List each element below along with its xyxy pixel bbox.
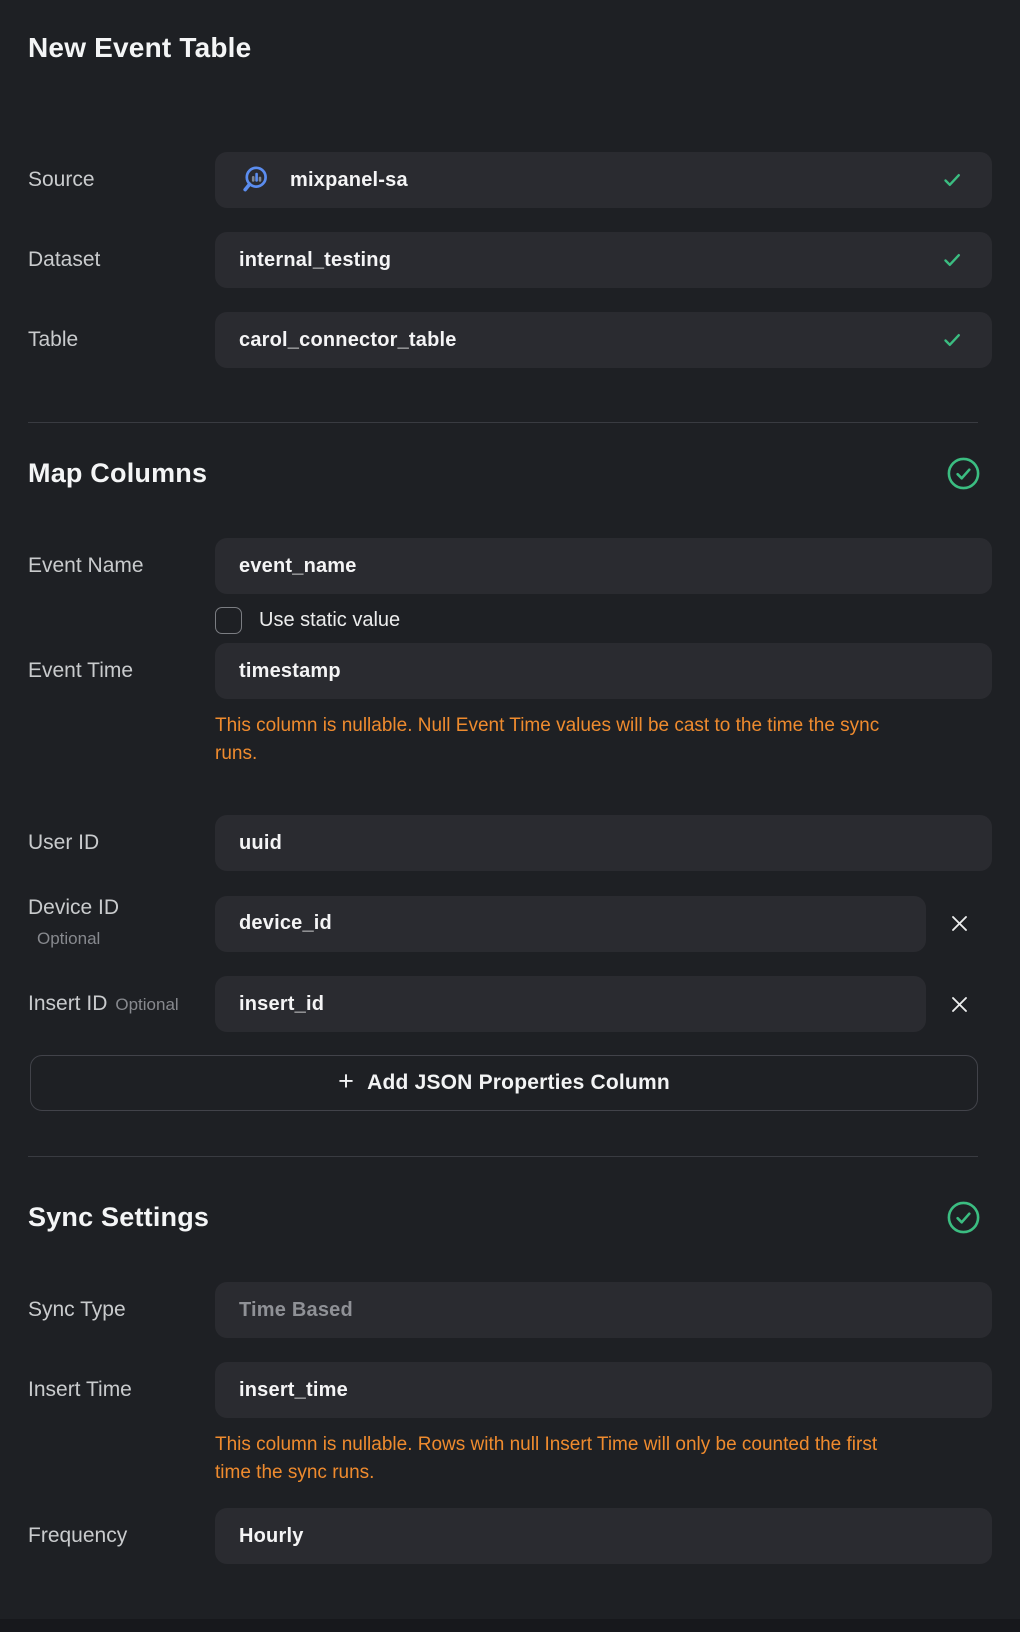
map-columns-section: Event Name event_name Use static value E…: [28, 538, 992, 1111]
user-id-label: User ID: [28, 830, 215, 856]
table-label: Table: [28, 327, 215, 353]
panel-bottom-edge: [0, 1619, 1020, 1632]
insert-time-value: insert_time: [239, 1379, 348, 1402]
insert-time-row: Insert Time insert_time: [28, 1362, 992, 1418]
sync-settings-header: Sync Settings: [28, 1200, 992, 1234]
map-columns-heading: Map Columns: [28, 458, 207, 489]
event-name-input[interactable]: event_name: [215, 538, 992, 594]
insert-time-nullable-warning: This column is nullable. Rows with null …: [215, 1431, 917, 1487]
table-valid-check-icon: [940, 328, 964, 352]
insert-time-label: Insert Time: [28, 1377, 215, 1403]
insert-id-value: insert_id: [239, 993, 324, 1016]
device-id-value: device_id: [239, 912, 332, 935]
device-id-input[interactable]: device_id: [215, 896, 926, 952]
frequency-label: Frequency: [28, 1523, 215, 1549]
event-name-label: Event Name: [28, 553, 215, 579]
sync-settings-heading: Sync Settings: [28, 1202, 209, 1233]
device-id-optional-label: Optional: [28, 926, 215, 952]
source-valid-check-icon: [940, 168, 964, 192]
use-static-value-label: Use static value: [259, 609, 400, 632]
frequency-row: Frequency Hourly: [28, 1508, 992, 1564]
insert-time-input[interactable]: insert_time: [215, 1362, 992, 1418]
sync-settings-complete-check-circle-icon: [947, 1201, 980, 1234]
x-icon: [949, 913, 970, 934]
device-id-remove-button[interactable]: [926, 896, 992, 952]
add-json-properties-column-button[interactable]: + Add JSON Properties Column: [30, 1055, 978, 1111]
event-time-value: timestamp: [239, 660, 341, 683]
map-columns-complete-check-circle-icon: [947, 457, 980, 490]
sync-settings-section: Sync Type Time Based Insert Time insert_…: [28, 1282, 992, 1564]
add-json-properties-column-label: Add JSON Properties Column: [367, 1071, 670, 1095]
source-row: Source mixpanel-sa: [28, 152, 992, 208]
table-input[interactable]: carol_connector_table: [215, 312, 992, 368]
section-divider: [28, 1156, 978, 1157]
section-divider: [28, 422, 978, 423]
dataset-row: Dataset internal_testing: [28, 232, 992, 288]
new-event-table-form: New Event Table Source mixpanel-sa: [0, 0, 1020, 1564]
insert-id-remove-button[interactable]: [926, 976, 992, 1032]
frequency-value: Hourly: [239, 1525, 304, 1548]
page-title: New Event Table: [28, 0, 992, 64]
insert-id-label: Insert IDOptional: [28, 991, 215, 1018]
sync-type-row: Sync Type Time Based: [28, 1282, 992, 1338]
source-label: Source: [28, 167, 215, 193]
table-row: Table carol_connector_table: [28, 312, 992, 368]
event-time-row: Event Time timestamp: [28, 643, 992, 699]
source-lens-icon: [239, 164, 271, 196]
user-id-row: User ID uuid: [28, 815, 992, 871]
map-columns-header: Map Columns: [28, 456, 992, 490]
sync-type-value: Time Based: [239, 1299, 353, 1322]
table-value: carol_connector_table: [239, 329, 457, 352]
event-name-value: event_name: [239, 555, 357, 578]
event-name-row: Event Name event_name: [28, 538, 992, 594]
insert-id-input[interactable]: insert_id: [215, 976, 926, 1032]
source-section: Source mixpanel-sa Dataset: [28, 152, 992, 368]
device-id-row: Device ID Optional device_id: [28, 895, 992, 952]
dataset-label: Dataset: [28, 247, 215, 273]
user-id-input[interactable]: uuid: [215, 815, 992, 871]
plus-icon: +: [338, 1068, 354, 1095]
event-time-nullable-warning: This column is nullable. Null Event Time…: [215, 712, 917, 768]
insert-id-optional-label: Optional: [115, 995, 178, 1014]
sync-type-label: Sync Type: [28, 1297, 215, 1323]
frequency-input[interactable]: Hourly: [215, 1508, 992, 1564]
event-time-input[interactable]: timestamp: [215, 643, 992, 699]
insert-id-row: Insert IDOptional insert_id: [28, 976, 992, 1032]
use-static-value-row: Use static value: [215, 606, 992, 634]
event-time-label: Event Time: [28, 658, 215, 684]
source-input[interactable]: mixpanel-sa: [215, 152, 992, 208]
dataset-valid-check-icon: [940, 248, 964, 272]
sync-type-input: Time Based: [215, 1282, 992, 1338]
source-value: mixpanel-sa: [290, 169, 408, 192]
user-id-value: uuid: [239, 832, 282, 855]
use-static-value-checkbox[interactable]: [215, 607, 242, 634]
x-icon: [949, 994, 970, 1015]
device-id-label: Device ID Optional: [28, 895, 215, 952]
dataset-input[interactable]: internal_testing: [215, 232, 992, 288]
dataset-value: internal_testing: [239, 249, 391, 272]
